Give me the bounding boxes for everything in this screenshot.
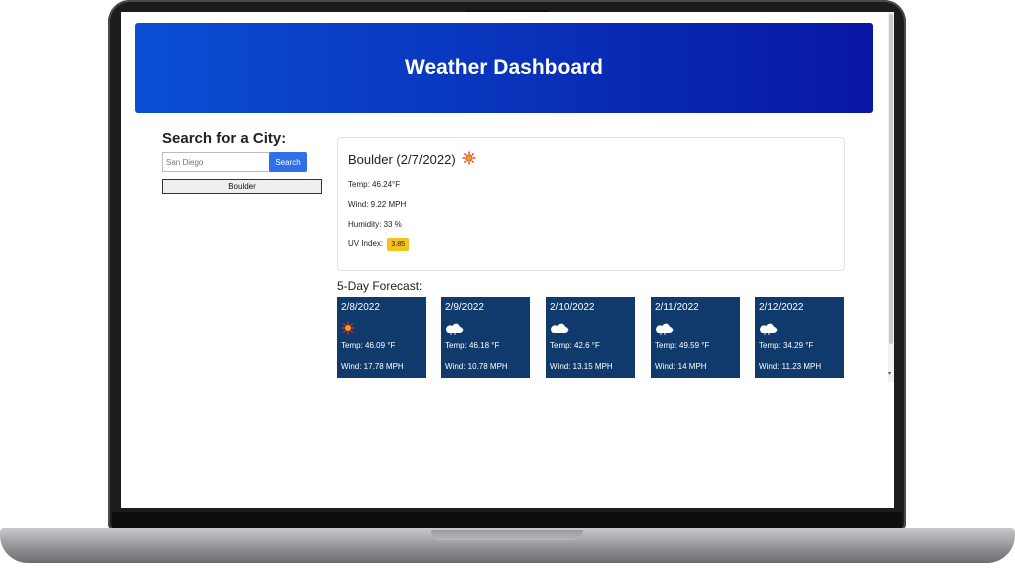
forecast-date: 2/9/2022	[445, 302, 484, 313]
forecast-temp: Temp: 34.29 °F	[759, 341, 814, 350]
current-uv: UV Index: 3.85	[348, 238, 409, 251]
forecast-date: 2/12/2022	[759, 302, 804, 313]
laptop-opening-groove	[431, 530, 583, 540]
forecast-card: 2/12/2022 Temp: 34.29 °F Wind: 11.23 MPH	[755, 297, 844, 378]
current-humidity: Humidity: 33 %	[348, 220, 402, 229]
uv-index-badge: 3.85	[387, 238, 409, 251]
forecast-temp: Temp: 46.09 °F	[341, 341, 396, 350]
forecast-temp: Temp: 46.18 °F	[445, 341, 500, 350]
current-temp: Temp: 46.24°F	[348, 180, 401, 189]
corner-marker	[0, 0, 32, 16]
forecast-card: 2/11/2022 Temp: 49.59 °F Wind: 14 MPH	[651, 297, 740, 378]
current-wind: Wind: 9.22 MPH	[348, 200, 407, 209]
history-button-boulder[interactable]: Boulder	[162, 179, 322, 194]
sun-icon	[341, 321, 422, 335]
forecast-card: 2/8/2022 Temp: 46.09 °F Wind: 17.78 MPH	[337, 297, 426, 378]
search-button[interactable]: Search	[269, 152, 307, 172]
sun-icon	[462, 151, 476, 168]
forecast-heading: 5-Day Forecast:	[337, 279, 423, 293]
forecast-card: 2/9/2022 Temp: 46.18 °F Wind: 10.78 MPH	[441, 297, 530, 378]
forecast-wind: Wind: 13.15 MPH	[550, 362, 613, 371]
forecast-temp: Temp: 49.59 °F	[655, 341, 710, 350]
forecast-date: 2/10/2022	[550, 302, 595, 313]
forecast-date: 2/8/2022	[341, 302, 380, 313]
forecast-wind: Wind: 17.78 MPH	[341, 362, 404, 371]
browser-viewport: Weather Dashboard Search for a City: Sea…	[121, 12, 894, 508]
uv-label: UV Index:	[348, 239, 384, 248]
current-weather-card: Boulder (2/7/2022) Temp: 46.24°F Wind: 9…	[337, 137, 845, 271]
forecast-date: 2/11/2022	[655, 302, 699, 313]
page-header: Weather Dashboard	[135, 23, 873, 113]
current-city-date: Boulder (2/7/2022)	[348, 152, 456, 167]
current-weather-title: Boulder (2/7/2022)	[348, 151, 476, 168]
forecast-wind: Wind: 14 MPH	[655, 362, 707, 371]
partly-cloudy-night-icon	[445, 321, 526, 335]
forecast-temp: Temp: 42.6 °F	[550, 341, 600, 350]
forecast-wind: Wind: 11.23 MPH	[759, 362, 822, 371]
partly-cloudy-night-icon	[550, 321, 631, 335]
scroll-down-arrow-icon[interactable]: ▾	[888, 370, 894, 378]
city-search-input[interactable]	[162, 152, 274, 172]
partly-cloudy-night-icon	[655, 321, 736, 335]
forecast-card: 2/10/2022 Temp: 42.6 °F Wind: 13.15 MPH	[546, 297, 635, 378]
partly-cloudy-night-icon	[759, 321, 840, 335]
forecast-wind: Wind: 10.78 MPH	[445, 362, 508, 371]
search-heading: Search for a City:	[162, 130, 287, 147]
page-title: Weather Dashboard	[405, 56, 603, 79]
scrollbar-thumb[interactable]	[889, 14, 893, 344]
